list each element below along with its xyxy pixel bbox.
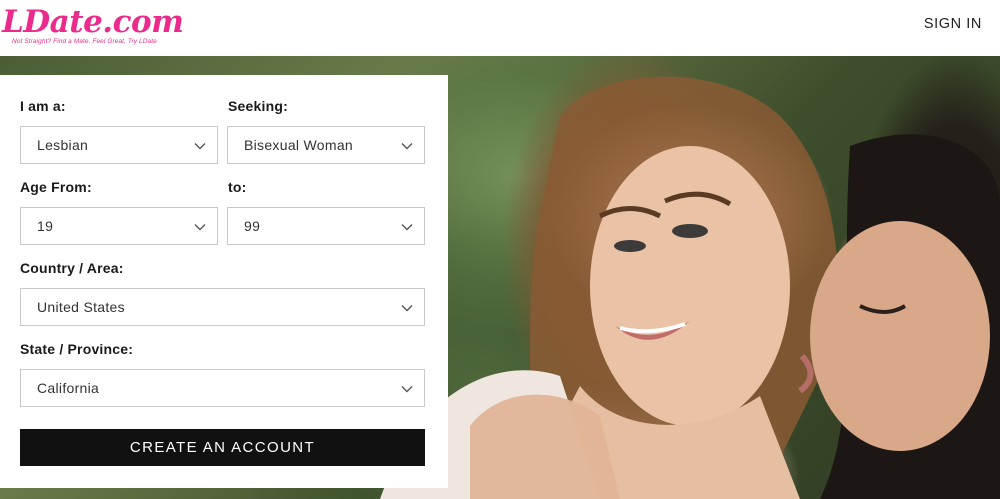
signup-form-panel: I am a: Seeking: Lesbian Bisexual Woman …: [0, 75, 448, 488]
ldate-logo[interactable]: LDate.com Not Straight? Find a Mate. Fee…: [2, 4, 184, 52]
age-from-value: 19: [37, 218, 54, 234]
country-value: United States: [37, 299, 125, 315]
logo-tagline: Not Straight? Find a Mate. Feel Great. T…: [12, 38, 157, 45]
age-to-value: 99: [244, 218, 261, 234]
age-from-select[interactable]: 19: [20, 207, 218, 245]
sign-in-link[interactable]: SIGN IN: [924, 16, 982, 32]
chevron-down-icon: [401, 386, 413, 393]
i-am-select[interactable]: Lesbian: [20, 126, 218, 164]
seeking-label: Seeking:: [228, 98, 288, 114]
state-select[interactable]: California: [20, 369, 425, 407]
i-am-label: I am a:: [20, 98, 66, 114]
country-label: Country / Area:: [20, 260, 124, 276]
chevron-down-icon: [194, 143, 206, 150]
chevron-down-icon: [401, 143, 413, 150]
state-label: State / Province:: [20, 341, 134, 357]
state-value: California: [37, 380, 100, 396]
age-to-select[interactable]: 99: [227, 207, 425, 245]
i-am-value: Lesbian: [37, 137, 89, 153]
site-header: LDate.com Not Straight? Find a Mate. Fee…: [0, 0, 1000, 56]
chevron-down-icon: [401, 305, 413, 312]
seeking-select[interactable]: Bisexual Woman: [227, 126, 425, 164]
chevron-down-icon: [194, 224, 206, 231]
age-to-label: to:: [228, 179, 247, 195]
country-select[interactable]: United States: [20, 288, 425, 326]
chevron-down-icon: [401, 224, 413, 231]
seeking-value: Bisexual Woman: [244, 137, 353, 153]
age-from-label: Age From:: [20, 179, 92, 195]
create-account-button[interactable]: CREATE AN ACCOUNT: [20, 429, 425, 466]
logo-wordmark: LDate.com: [2, 4, 184, 40]
